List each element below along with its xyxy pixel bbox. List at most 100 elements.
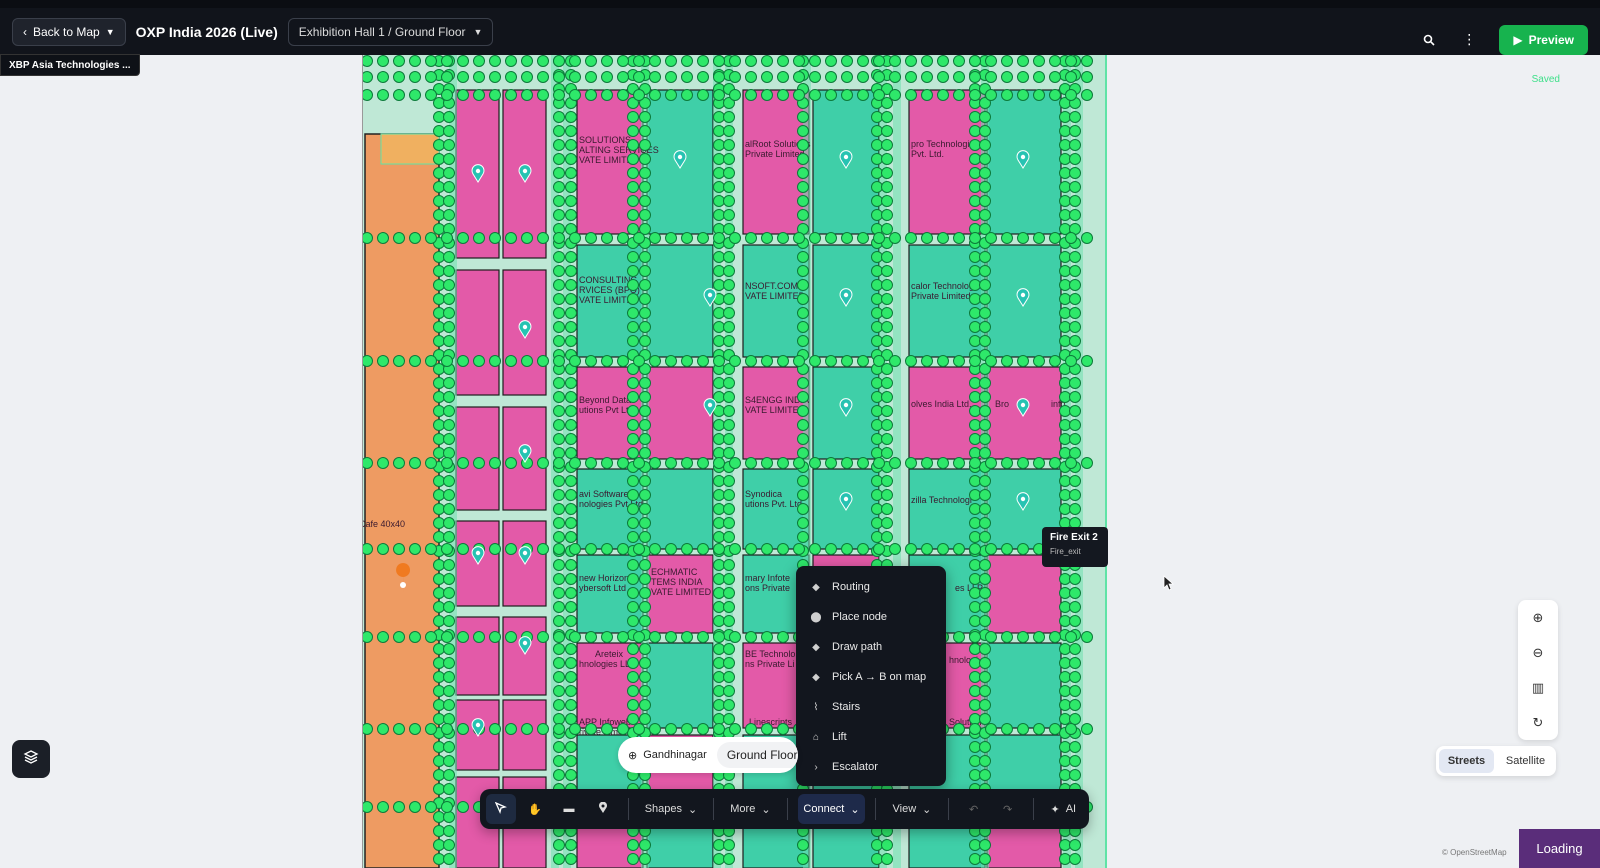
route-node[interactable] xyxy=(881,265,893,277)
route-node[interactable] xyxy=(969,125,981,137)
route-node[interactable] xyxy=(649,631,661,643)
route-node[interactable] xyxy=(489,89,501,101)
route-node[interactable] xyxy=(433,783,445,795)
route-node[interactable] xyxy=(777,723,789,735)
route-node[interactable] xyxy=(969,475,981,487)
route-node[interactable] xyxy=(553,531,565,543)
route-node[interactable] xyxy=(1069,139,1081,151)
route-node[interactable] xyxy=(713,839,725,851)
route-node[interactable] xyxy=(565,433,577,445)
route-node[interactable] xyxy=(1069,377,1081,389)
route-node[interactable] xyxy=(553,321,565,333)
route-node[interactable] xyxy=(639,181,651,193)
route-node[interactable] xyxy=(443,517,455,529)
route-node[interactable] xyxy=(627,587,639,599)
route-node[interactable] xyxy=(569,232,581,244)
route-node[interactable] xyxy=(565,377,577,389)
route-node[interactable] xyxy=(537,232,549,244)
route-node[interactable] xyxy=(1001,89,1013,101)
route-node[interactable] xyxy=(505,723,517,735)
route-node[interactable] xyxy=(979,335,991,347)
zoom-in-icon[interactable]: ⊕ xyxy=(1533,610,1544,626)
route-node[interactable] xyxy=(639,167,651,179)
route-node[interactable] xyxy=(649,355,661,367)
route-node[interactable] xyxy=(1059,209,1071,221)
route-node[interactable] xyxy=(1081,232,1093,244)
route-node[interactable] xyxy=(601,723,613,735)
route-node[interactable] xyxy=(1069,489,1081,501)
route-node[interactable] xyxy=(1059,125,1071,137)
route-node[interactable] xyxy=(729,723,741,735)
pan-tool-button[interactable]: ✋ xyxy=(520,794,550,824)
route-node[interactable] xyxy=(797,377,809,389)
route-node[interactable] xyxy=(553,601,565,613)
route-node[interactable] xyxy=(565,265,577,277)
route-node[interactable] xyxy=(1069,839,1081,851)
route-node[interactable] xyxy=(441,457,453,469)
route-node[interactable] xyxy=(639,111,651,123)
route-node[interactable] xyxy=(489,631,501,643)
route-node[interactable] xyxy=(969,433,981,445)
route-node[interactable] xyxy=(881,293,893,305)
route-node[interactable] xyxy=(713,503,725,515)
route-node[interactable] xyxy=(425,631,437,643)
route-node[interactable] xyxy=(1059,447,1071,459)
route-node[interactable] xyxy=(979,671,991,683)
route-node[interactable] xyxy=(433,307,445,319)
route-node[interactable] xyxy=(1059,279,1071,291)
route-node[interactable] xyxy=(761,723,773,735)
route-node[interactable] xyxy=(363,457,373,469)
route-node[interactable] xyxy=(969,531,981,543)
route-node[interactable] xyxy=(425,543,437,555)
route-node[interactable] xyxy=(1065,631,1077,643)
route-node[interactable] xyxy=(681,71,693,83)
route-node[interactable] xyxy=(649,232,661,244)
route-node[interactable] xyxy=(777,55,789,67)
route-node[interactable] xyxy=(433,377,445,389)
route-node[interactable] xyxy=(797,531,809,543)
route-node[interactable] xyxy=(797,853,809,865)
route-node[interactable] xyxy=(443,489,455,501)
route-node[interactable] xyxy=(649,89,661,101)
route-node[interactable] xyxy=(627,517,639,529)
route-node[interactable] xyxy=(1059,769,1071,781)
route-node[interactable] xyxy=(443,573,455,585)
route-node[interactable] xyxy=(881,489,893,501)
route-node[interactable] xyxy=(1059,405,1071,417)
route-node[interactable] xyxy=(443,195,455,207)
route-node[interactable] xyxy=(377,801,389,813)
map-icon[interactable]: ▥ xyxy=(1532,680,1544,696)
route-node[interactable] xyxy=(697,232,709,244)
route-node[interactable] xyxy=(665,232,677,244)
route-node[interactable] xyxy=(1059,503,1071,515)
route-node[interactable] xyxy=(723,293,735,305)
route-node[interactable] xyxy=(617,631,629,643)
route-node[interactable] xyxy=(433,685,445,697)
route-node[interactable] xyxy=(617,355,629,367)
route-node[interactable] xyxy=(639,419,651,431)
route-node[interactable] xyxy=(489,355,501,367)
route-node[interactable] xyxy=(723,209,735,221)
route-node[interactable] xyxy=(627,713,639,725)
route-node[interactable] xyxy=(1059,755,1071,767)
route-node[interactable] xyxy=(979,209,991,221)
route-node[interactable] xyxy=(553,573,565,585)
route-node[interactable] xyxy=(1059,741,1071,753)
route-node[interactable] xyxy=(521,723,533,735)
route-node[interactable] xyxy=(537,55,549,67)
route-node[interactable] xyxy=(881,419,893,431)
route-node[interactable] xyxy=(473,457,485,469)
route-node[interactable] xyxy=(521,355,533,367)
route-node[interactable] xyxy=(979,685,991,697)
route-node[interactable] xyxy=(889,355,901,367)
route-node[interactable] xyxy=(969,601,981,613)
route-node[interactable] xyxy=(443,741,455,753)
route-node[interactable] xyxy=(377,723,389,735)
route-node[interactable] xyxy=(441,89,453,101)
route-node[interactable] xyxy=(873,55,885,67)
route-node[interactable] xyxy=(761,355,773,367)
route-node[interactable] xyxy=(793,457,805,469)
route-node[interactable] xyxy=(881,251,893,263)
route-node[interactable] xyxy=(713,573,725,585)
route-node[interactable] xyxy=(871,839,883,851)
